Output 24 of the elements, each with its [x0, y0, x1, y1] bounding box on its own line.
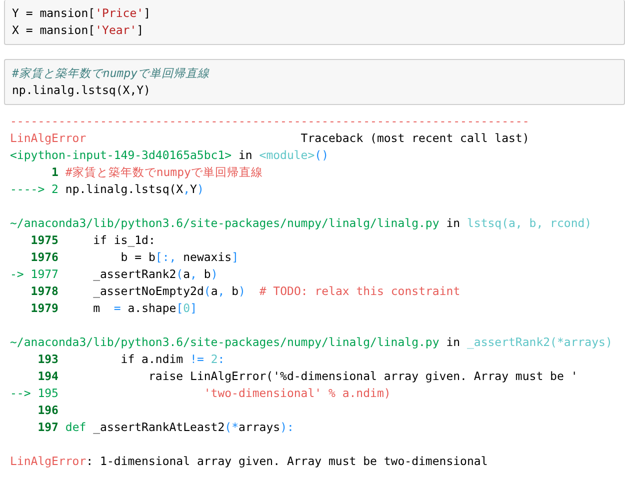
code-cell[interactable]: Y = mansion['Price'] X = mansion['Year']	[4, 0, 625, 45]
code-cell[interactable]: #家賃と築年数でnumpyで単回帰直線 np.linalg.lstsq(X,Y)	[4, 59, 625, 105]
code-line: 193 if a.ndim != 2:	[36, 351, 226, 368]
code-line: ~/anaconda3/lib/python3.6/site-packages/numpy/linalg/linalg.py in _assertRank2(*arrays)	[10, 334, 614, 351]
code-line: #家賃と築年数でnumpyで単回帰直線	[12, 65, 211, 82]
code-line: <ipython-input-149-3d40165a5bc1> in <module>()	[10, 147, 330, 164]
code-line: LinAlgError: 1-dimensional array given. Array must be two-dimensional	[10, 453, 489, 470]
code-line: 1975 if is_1d:	[30, 232, 156, 249]
code-line: LinAlgError Traceback (most recent call last)	[10, 130, 530, 147]
code-line: ---------------------------------------------------------------------------	[10, 113, 530, 130]
code-line: 196	[36, 402, 60, 419]
code-line: --> 195 'two-dimensional' % a.ndim)	[10, 385, 392, 402]
code-line: 1978 _assertNoEmpty2d(a, b) # TODO: relax this constraint	[30, 283, 462, 300]
code-line: np.linalg.lstsq(X,Y)	[12, 82, 152, 99]
code-line: 1976 b = b[:, newaxis]	[30, 249, 240, 266]
code-line: 1 #家賃と築年数でnumpyで単回帰直線	[50, 164, 264, 181]
code-line: 197 def _assertRankAtLeast2(*arrays):	[36, 419, 295, 436]
code-line: ----> 2 np.linalg.lstsq(X,Y)	[10, 181, 205, 198]
code-line: -> 1977 _assertRank2(a, b)	[10, 266, 219, 283]
code-line: X = mansion['Year']	[12, 22, 145, 39]
code-line: Y = mansion['Price']	[12, 5, 152, 22]
code-line: 194 raise LinAlgError('%d-dimensional array given. Array must be '	[36, 368, 579, 385]
code-line: ~/anaconda3/lib/python3.6/site-packages/numpy/linalg/linalg.py in lstsq(a, b, rcond)	[10, 215, 593, 232]
code-line: 1979 m = a.shape[0]	[30, 300, 198, 317]
